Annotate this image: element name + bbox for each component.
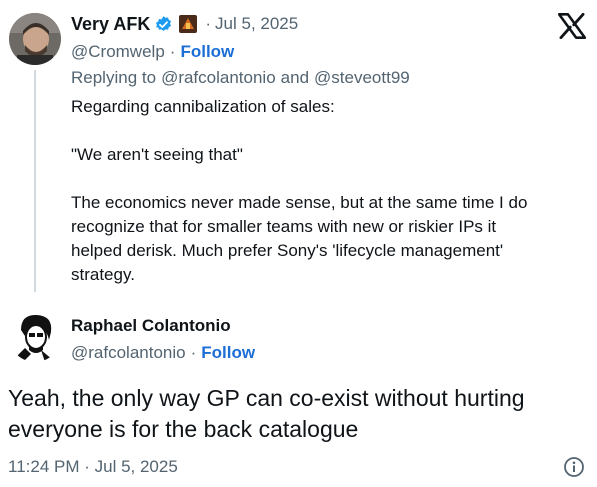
replying-to: Replying to @rafcolantonio and @steveott… [71, 66, 410, 90]
body-line: "We aren't seeing that" [71, 145, 243, 164]
avatar-raphael-colantonio[interactable] [9, 310, 61, 362]
verified-badge-icon [154, 15, 173, 34]
thread-connector-line [34, 70, 36, 292]
separator: · [169, 42, 176, 61]
reply-tweet-body: Regarding cannibalization of sales: "We … [71, 95, 586, 287]
body-line: The economics never made sense, but at t… [71, 193, 528, 212]
replying-and: and [280, 68, 310, 87]
body-line [71, 167, 586, 191]
main-text-line: everyone is for the back catalogue [8, 416, 359, 442]
x-logo-icon[interactable] [557, 12, 587, 40]
info-icon[interactable] [563, 456, 585, 478]
main-text-line: Yeah, the only way GP can co-exist witho… [8, 385, 525, 411]
separator: · [205, 14, 212, 33]
game-flair-icon [179, 15, 198, 33]
display-name[interactable]: Very AFK [71, 14, 150, 35]
replying-user-link[interactable]: @rafcolantonio [161, 68, 276, 88]
tweet-date[interactable]: Jul 5, 2025 [215, 14, 298, 34]
body-line: strategy. [71, 265, 135, 284]
follow-button[interactable]: Follow [180, 42, 234, 62]
tweet-timestamp[interactable]: 11:24 PM · Jul 5, 2025 [8, 456, 178, 478]
main-tweet-text: Yeah, the only way GP can co-exist witho… [8, 383, 593, 445]
display-name[interactable]: Raphael Colantonio [71, 316, 231, 336]
avatar-very-afk[interactable] [9, 13, 61, 65]
body-line: recognize that for smaller teams with ne… [71, 217, 497, 236]
body-line: helped derisk. Much prefer Sony's 'lifec… [71, 241, 504, 260]
user-handle[interactable]: @Cromwelp [71, 42, 165, 62]
body-line [71, 119, 586, 143]
follow-button[interactable]: Follow [201, 343, 255, 363]
user-handle[interactable]: @rafcolantonio [71, 343, 186, 363]
separator: · [190, 343, 197, 362]
body-line: Regarding cannibalization of sales: [71, 97, 335, 116]
replying-user-link[interactable]: @steveott99 [314, 68, 410, 88]
replying-prefix: Replying to [71, 68, 157, 87]
